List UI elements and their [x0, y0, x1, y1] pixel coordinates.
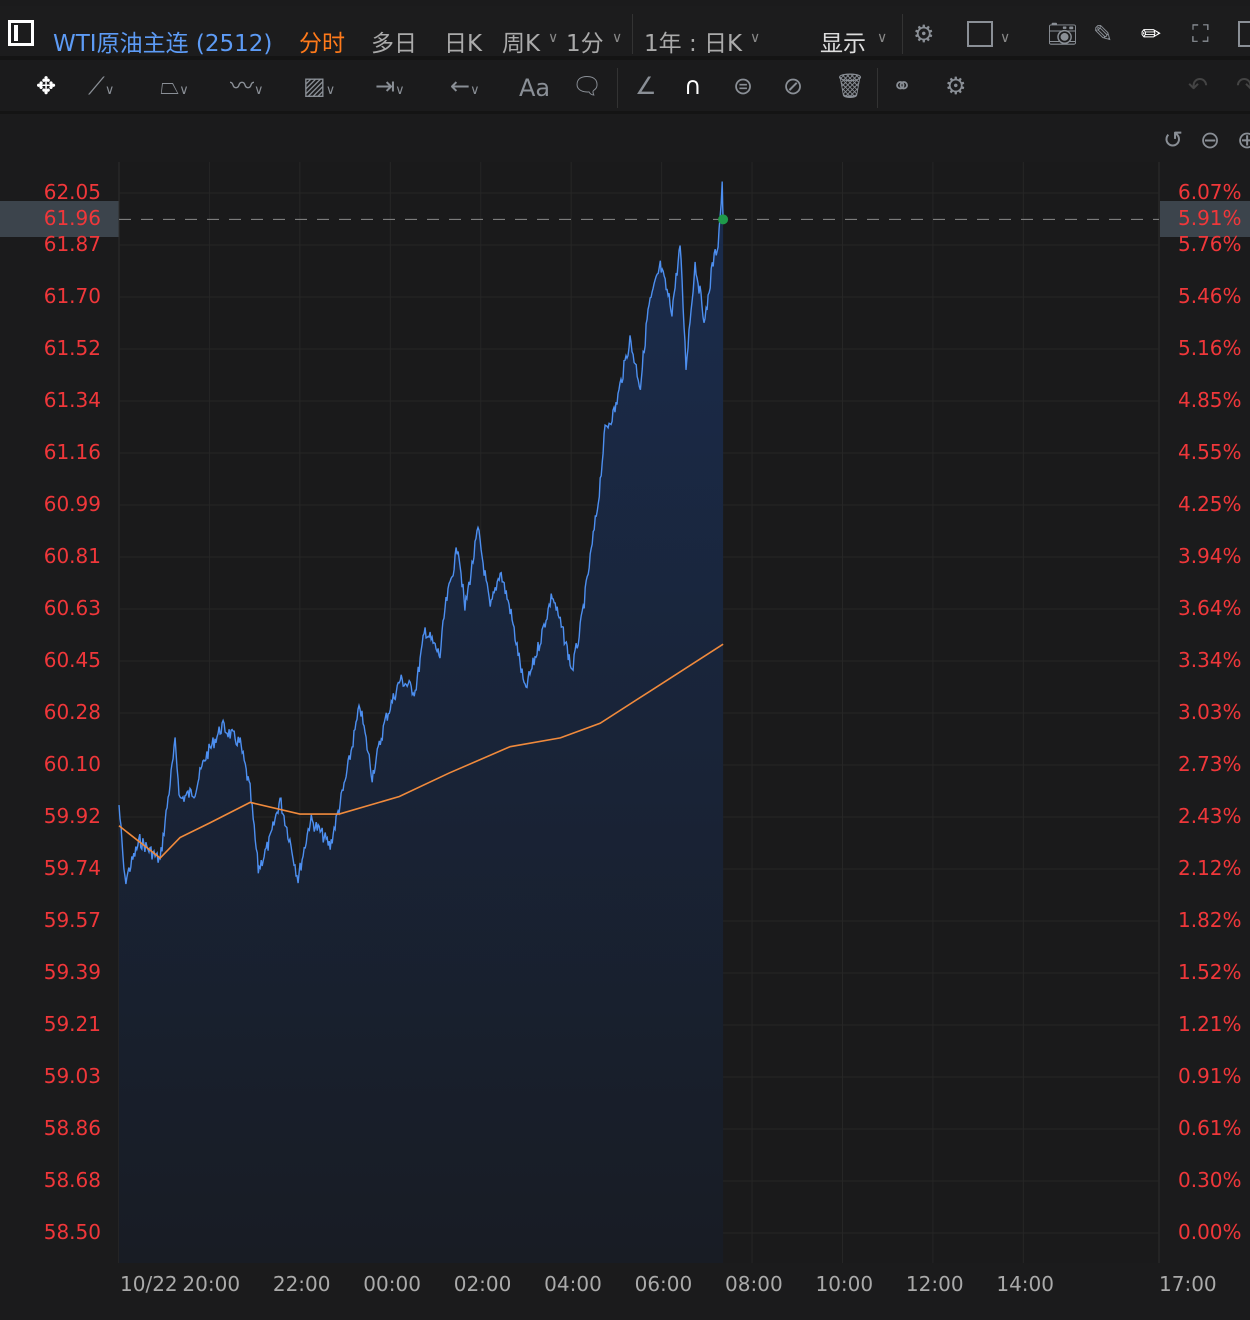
y-tick-label: 60.45 — [43, 648, 101, 672]
y-pct-tick-label: 4.85% — [1178, 388, 1242, 412]
y-tick-label: 59.03 — [43, 1064, 101, 1088]
x-tick-label: 10:00 — [815, 1272, 874, 1296]
y-tick-label: 61.70 — [43, 284, 101, 308]
y-tick-label: 58.50 — [43, 1220, 101, 1244]
x-tick-label: 17:00 — [1159, 1272, 1217, 1296]
y-pct-tick-label: 0.61% — [1178, 1116, 1242, 1140]
x-tick-label: 04:00 — [544, 1272, 602, 1296]
y-tick-label: 58.86 — [43, 1116, 101, 1140]
y-tick-label: 61.34 — [43, 388, 101, 412]
y-pct-tick-label: 3.34% — [1178, 648, 1242, 672]
y-pct-tick-label: 5.16% — [1178, 336, 1242, 360]
y-pct-tick-label: 1.82% — [1178, 908, 1242, 932]
y-tick-label: 58.68 — [43, 1168, 101, 1192]
y-tick-label: 59.39 — [43, 960, 101, 984]
y-tick-label: 59.57 — [43, 908, 101, 932]
y-tick-label: 62.05 — [43, 180, 101, 204]
y-pct-tick-label: 3.64% — [1178, 596, 1242, 620]
x-tick-label: 22:00 — [272, 1272, 331, 1296]
y-tick-label: 61.87 — [43, 232, 101, 256]
y-pct-tick-label: 5.46% — [1178, 284, 1242, 308]
y-tick-label: 61.16 — [43, 440, 101, 464]
x-tick-label: 12:00 — [905, 1272, 964, 1296]
price-chart[interactable] — [0, 0, 1250, 1320]
y-pct-tick-label: 1.52% — [1178, 960, 1242, 984]
y-tick-label: 60.63 — [43, 596, 101, 620]
y-pct-tick-label: 5.76% — [1178, 232, 1242, 256]
y-pct-tick-label: 5.91% — [1178, 206, 1242, 230]
y-pct-tick-label: 6.07% — [1178, 180, 1242, 204]
y-pct-tick-label: 1.21% — [1178, 1012, 1242, 1036]
x-tick-label: 08:00 — [725, 1272, 783, 1296]
x-tick-label: 20:00 — [182, 1272, 241, 1296]
y-tick-label: 60.10 — [43, 752, 101, 776]
x-tick-label: 02:00 — [453, 1272, 512, 1296]
y-tick-label: 59.92 — [43, 804, 101, 828]
x-tick-label: 06:00 — [634, 1272, 693, 1296]
y-pct-tick-label: 0.91% — [1178, 1064, 1242, 1088]
y-pct-tick-label: 2.43% — [1178, 804, 1242, 828]
x-tick-label: 00:00 — [363, 1272, 421, 1296]
y-pct-tick-label: 4.55% — [1178, 440, 1242, 464]
y-pct-tick-label: 4.25% — [1178, 492, 1242, 516]
y-tick-label: 60.81 — [43, 544, 101, 568]
y-pct-tick-label: 2.12% — [1178, 856, 1242, 880]
x-tick-label: 10/22 — [120, 1272, 178, 1296]
y-tick-label: 61.96 — [43, 206, 101, 230]
x-tick-label: 14:00 — [996, 1272, 1054, 1296]
y-tick-label: 60.28 — [43, 700, 101, 724]
current-price-dot — [718, 214, 729, 225]
y-pct-tick-label: 3.03% — [1178, 700, 1242, 724]
y-pct-tick-label: 0.00% — [1178, 1220, 1242, 1244]
y-tick-label: 59.21 — [43, 1012, 101, 1036]
y-tick-label: 61.52 — [43, 336, 101, 360]
y-pct-tick-label: 3.94% — [1178, 544, 1242, 568]
y-tick-label: 60.99 — [43, 492, 101, 516]
y-tick-label: 59.74 — [43, 856, 101, 880]
y-pct-tick-label: 2.73% — [1178, 752, 1242, 776]
y-pct-tick-label: 0.30% — [1178, 1168, 1242, 1192]
